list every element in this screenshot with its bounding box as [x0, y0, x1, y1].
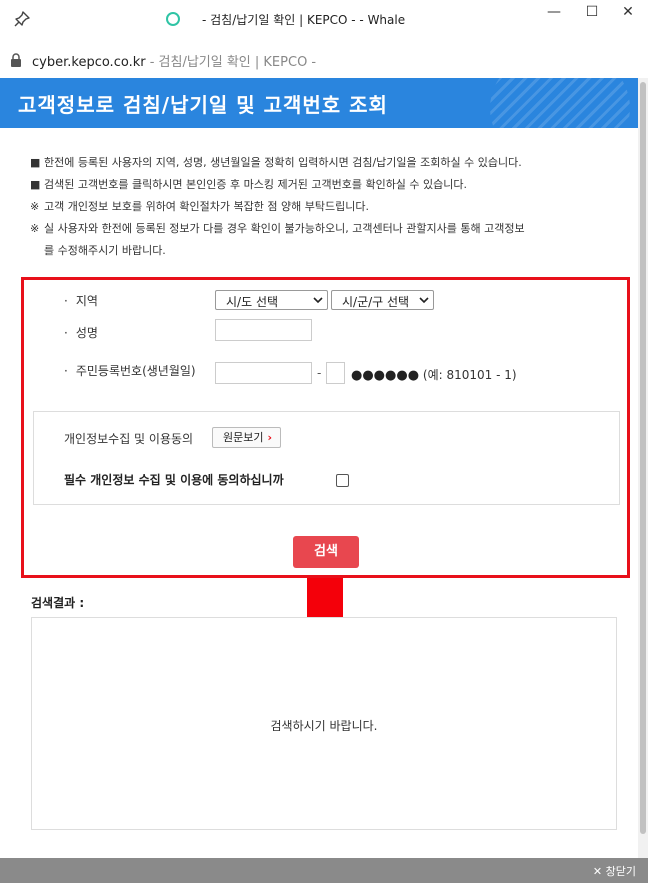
view-original-label: 원문보기: [223, 431, 264, 444]
window-title-group: - 검침/납기일 확인 | KEPCO - - Whale: [166, 9, 405, 29]
name-label-text: 성명: [75, 326, 98, 340]
page-title: 고객정보로 검침/납기일 및 고객번호 조회: [18, 93, 388, 117]
notice-marker: ■: [30, 156, 41, 169]
notice-item: ※ 고객 개인정보 보호를 위하여 확인절차가 복잡한 점 양해 부탁드립니다.: [30, 196, 620, 218]
scrollbar-thumb[interactable]: [640, 82, 646, 834]
result-message: 검색하시기 바랍니다.: [270, 719, 378, 733]
window-titlebar: - 검침/납기일 확인 | KEPCO - - Whale — ☐ ✕: [0, 0, 648, 38]
region-label-text: 지역: [75, 294, 98, 308]
notice-item: ■ 검색된 고객번호를 클릭하시면 본인인증 후 마스킹 제거된 고객번호를 확인…: [30, 174, 620, 196]
city-select-value: 시/군/구 선택: [342, 295, 410, 309]
province-select[interactable]: 시/도 선택: [215, 290, 328, 310]
scrollbar[interactable]: [638, 78, 648, 858]
notice-marker: ※: [30, 200, 40, 213]
rrn-separator: -: [317, 366, 322, 380]
lock-icon: [10, 52, 22, 67]
consent-label: 개인정보수집 및 이용동의: [64, 432, 194, 446]
maximize-button[interactable]: ☐: [578, 4, 606, 20]
notice-marker: ※: [30, 222, 40, 235]
notice-list: ■ 한전에 등록된 사용자의 지역, 성명, 생년월일을 정확히 입력하시면 검침…: [30, 152, 620, 262]
label-bullet: ·: [64, 294, 68, 308]
page-banner: 고객정보로 검침/납기일 및 고객번호 조회: [0, 78, 640, 128]
view-original-button[interactable]: 원문보기 ›: [212, 427, 282, 448]
chevron-down-icon: [313, 293, 323, 307]
close-window-button[interactable]: ✕: [614, 4, 642, 20]
notice-continuation: 를 수정해주시기 바랍니다.: [44, 244, 166, 257]
masked-dots: ●●●●●●: [351, 368, 420, 383]
rrn-masked-hint: ●●●●●● (예: 810101 - 1): [351, 366, 517, 383]
notice-item: ※ 실 사용자와 한전에 등록된 정보가 다를 경우 확인이 불가능하오니, 고객…: [30, 218, 620, 240]
url-page-title: - 검침/납기일 확인 | KEPCO -: [145, 55, 317, 70]
address-bar[interactable]: cyber.kepco.co.kr - 검침/납기일 확인 | KEPCO -: [0, 44, 648, 74]
agree-checkbox[interactable]: [336, 474, 349, 487]
notice-text: 한전에 등록된 사용자의 지역, 성명, 생년월일을 정확히 입력하시면 검침/…: [44, 156, 522, 169]
agree-label: 필수 개인정보 수집 및 이용에 동의하십니까: [64, 473, 284, 487]
notice-item: ■ 한전에 등록된 사용자의 지역, 성명, 생년월일을 정확히 입력하시면 검침…: [30, 152, 620, 174]
rrn-label: · 주민등록번호(생년월일): [64, 362, 196, 379]
notice-marker: ■: [30, 178, 41, 191]
consent-section: 개인정보수집 및 이용동의 원문보기 › 필수 개인정보 수집 및 이용에 동의하…: [33, 411, 620, 505]
close-popup-button[interactable]: ✕ 창닫기: [593, 863, 636, 879]
window-title: - 검침/납기일 확인 | KEPCO - - Whale: [202, 12, 406, 27]
name-label: · 성명: [64, 324, 98, 341]
name-input[interactable]: [215, 319, 312, 341]
search-button[interactable]: 검색: [293, 536, 359, 568]
province-select-value: 시/도 선택: [226, 295, 279, 309]
notice-text: 검색된 고객번호를 클릭하시면 본인인증 후 마스킹 제거된 고객번호를 확인하…: [44, 178, 468, 191]
banner-decoration: [490, 78, 630, 128]
label-bullet: ·: [64, 364, 68, 378]
notice-text: 실 사용자와 한전에 등록된 정보가 다를 경우 확인이 불가능하오니, 고객센…: [44, 222, 525, 235]
popup-footer: ✕ 창닫기: [0, 858, 648, 883]
rrn-front-input[interactable]: [215, 362, 312, 384]
chevron-right-icon: ›: [267, 431, 273, 444]
rrn-label-text: 주민등록번호(생년월일): [75, 364, 196, 378]
result-title: 검색결과 :: [31, 596, 85, 610]
loading-icon: [166, 12, 180, 26]
label-bullet: ·: [64, 326, 68, 340]
url-text: cyber.kepco.co.kr - 검침/납기일 확인 | KEPCO -: [32, 51, 316, 70]
city-select[interactable]: 시/군/구 선택: [331, 290, 434, 310]
region-label: · 지역: [64, 292, 98, 309]
pin-icon[interactable]: [12, 9, 32, 29]
result-panel: 검색하시기 바랍니다.: [31, 617, 617, 830]
chevron-down-icon: [419, 293, 429, 307]
notice-text: 고객 개인정보 보호를 위하여 확인절차가 복잡한 점 양해 부탁드립니다.: [44, 200, 369, 213]
rrn-back-digit-input[interactable]: [326, 362, 345, 384]
rrn-example: (예: 810101 - 1): [422, 368, 517, 382]
url-domain: cyber.kepco.co.kr: [32, 55, 146, 70]
minimize-button[interactable]: —: [540, 4, 568, 20]
search-form: · 지역 시/도 선택 시/군/구 선택 · 성명 · 주민등록번호(생년월일) - …: [21, 277, 630, 578]
